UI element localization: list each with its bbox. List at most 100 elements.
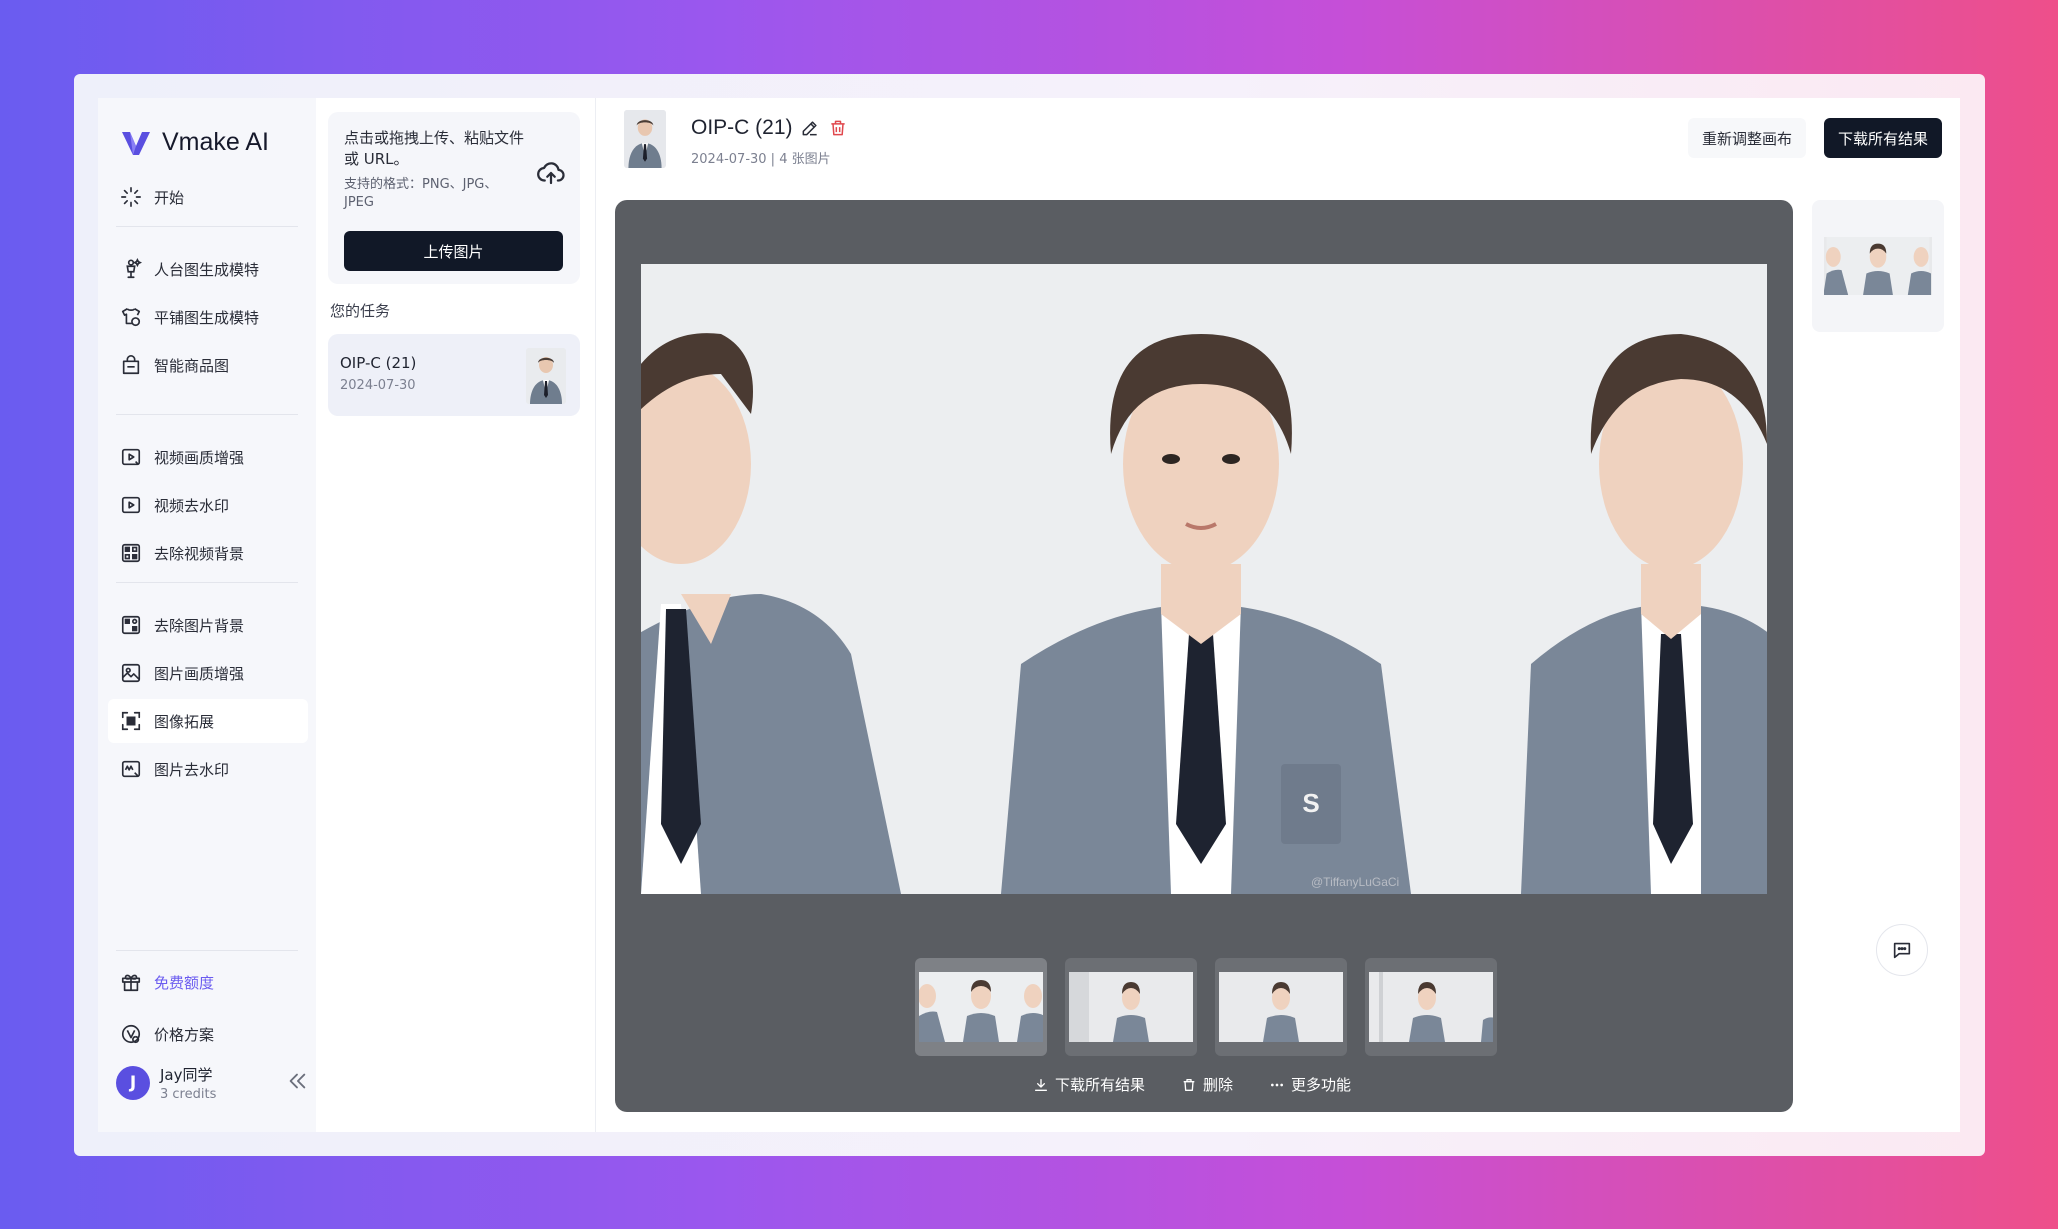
sidebar: Vmake AI 开始 人台图生成模特 平铺图生成模特 智能商品图 视频画质增强… bbox=[98, 98, 316, 1132]
collapse-sidebar-icon[interactable] bbox=[286, 1070, 308, 1092]
user-profile[interactable]: J Jay同学 3 credits bbox=[116, 1064, 216, 1102]
task-item[interactable]: OIP-C (21) 2024-07-30 bbox=[328, 334, 580, 416]
delete-label: 删除 bbox=[1203, 1076, 1234, 1094]
sidebar-item-label: 视频画质增强 bbox=[154, 448, 245, 467]
divider bbox=[116, 226, 298, 227]
divider bbox=[116, 582, 298, 583]
divider bbox=[116, 414, 298, 415]
video-enhance-icon bbox=[121, 448, 141, 466]
sidebar-item-image-expand[interactable]: 图像拓展 bbox=[108, 699, 308, 743]
sidebar-item-mannequin-model[interactable]: 人台图生成模特 bbox=[108, 247, 308, 291]
single-portrait-thumbnail bbox=[1219, 972, 1343, 1042]
more-features-button[interactable]: 更多功能 bbox=[1269, 1074, 1351, 1095]
sidebar-item-video-background[interactable]: 去除视频背景 bbox=[108, 531, 308, 575]
sidebar-item-label: 人台图生成模特 bbox=[154, 260, 260, 279]
project-meta: 2024-07-30 | 4 张图片 bbox=[691, 152, 831, 167]
chat-bubble-icon bbox=[1893, 942, 1911, 959]
person-thumbnail-image bbox=[526, 348, 566, 404]
upload-formats: 支持的格式：PNG、JPG、JPEG bbox=[344, 177, 498, 210]
image-watermark: @TiffanyLuGaCi bbox=[1311, 875, 1399, 889]
sidebar-item-smart-product[interactable]: 智能商品图 bbox=[108, 343, 308, 387]
download-icon bbox=[1035, 1078, 1047, 1091]
expanded-portrait-image: S @TiffanyLuGaCi bbox=[641, 264, 1767, 894]
upload-dropzone[interactable]: 点击或拖拽上传、粘贴文件或 URL。 支持的格式：PNG、JPG、JPEG 上传… bbox=[328, 112, 580, 284]
sidebar-item-start[interactable]: 开始 bbox=[108, 175, 308, 219]
delete-button[interactable]: 删除 bbox=[1181, 1074, 1233, 1095]
viewer-actions: 下载所有结果 删除 更多功能 bbox=[1033, 1074, 1351, 1095]
sidebar-item-pricing[interactable]: 价格方案 bbox=[108, 1012, 308, 1056]
brand-logo[interactable]: Vmake AI bbox=[120, 128, 269, 157]
mannequin-icon bbox=[126, 258, 142, 279]
result-thumbnail[interactable] bbox=[1065, 958, 1197, 1056]
rearrange-canvas-button[interactable]: 重新调整画布 bbox=[1688, 118, 1806, 158]
triple-portrait-preview bbox=[1824, 237, 1932, 295]
video-watermark-icon bbox=[121, 496, 141, 514]
delete-trash-icon[interactable] bbox=[828, 118, 848, 138]
cloud-upload-icon bbox=[537, 162, 565, 185]
vmake-logo-icon bbox=[122, 131, 150, 155]
user-name: Jay同学 bbox=[160, 1066, 213, 1084]
person-thumbnail-image bbox=[624, 110, 666, 168]
sidebar-item-label: 图片画质增强 bbox=[154, 664, 245, 683]
user-credits: 3 credits bbox=[160, 1087, 217, 1102]
upload-image-button[interactable]: 上传图片 bbox=[344, 231, 563, 271]
sidebar-item-label: 智能商品图 bbox=[154, 356, 230, 375]
image-viewer: S @TiffanyLuGaCi 下载所有结果 删除 更多功能 bbox=[615, 200, 1793, 1112]
sidebar-item-label: 图像拓展 bbox=[154, 712, 215, 731]
result-thumbnail[interactable] bbox=[1365, 958, 1497, 1056]
result-thumbnail[interactable] bbox=[915, 958, 1047, 1056]
gift-icon bbox=[121, 974, 141, 992]
project-title: OIP-C (21) bbox=[691, 116, 793, 139]
sidebar-item-video-enhance[interactable]: 视频画质增强 bbox=[108, 435, 308, 479]
more-dots-icon bbox=[1271, 1083, 1284, 1086]
app-window: Vmake AI 开始 人台图生成模特 平铺图生成模特 智能商品图 视频画质增强… bbox=[98, 98, 1960, 1132]
download-all-button[interactable]: 下载所有结果 bbox=[1824, 118, 1942, 158]
download-results-label: 下载所有结果 bbox=[1055, 1076, 1146, 1094]
sidebar-item-label: 免费额度 bbox=[154, 973, 215, 992]
divider bbox=[116, 950, 298, 951]
sidebar-item-free-quota[interactable]: 免费额度 bbox=[108, 960, 308, 1004]
sidebar-item-label: 图片去水印 bbox=[154, 760, 230, 779]
single-portrait-thumbnail bbox=[1369, 972, 1493, 1042]
sidebar-item-video-watermark[interactable]: 视频去水印 bbox=[108, 483, 308, 527]
sidebar-item-label: 平铺图生成模特 bbox=[154, 308, 260, 327]
flatlay-shirt-icon bbox=[121, 308, 141, 327]
download-results-button[interactable]: 下载所有结果 bbox=[1033, 1074, 1145, 1095]
pricing-badge-icon bbox=[121, 1024, 141, 1044]
image-background-icon bbox=[121, 615, 141, 635]
chat-support-button[interactable] bbox=[1876, 924, 1928, 976]
upload-prompt: 点击或拖拽上传、粘贴文件或 URL。 bbox=[344, 129, 525, 168]
sidebar-item-image-background[interactable]: 去除图片背景 bbox=[108, 603, 308, 647]
single-portrait-thumbnail bbox=[1069, 972, 1193, 1042]
result-thumbnails bbox=[915, 958, 1497, 1056]
edit-pencil-icon[interactable] bbox=[800, 118, 820, 138]
task-thumbnail bbox=[526, 348, 566, 404]
sidebar-item-flatlay-model[interactable]: 平铺图生成模特 bbox=[108, 295, 308, 339]
project-thumbnail bbox=[624, 110, 666, 168]
tasks-title: 您的任务 bbox=[330, 302, 391, 320]
avatar: J bbox=[116, 1066, 150, 1100]
sparkle-loader-icon bbox=[121, 187, 141, 207]
task-panel: 点击或拖拽上传、粘贴文件或 URL。 支持的格式：PNG、JPG、JPEG 上传… bbox=[316, 98, 596, 1132]
video-background-icon bbox=[121, 543, 141, 563]
expanded-image: S @TiffanyLuGaCi bbox=[641, 264, 1767, 894]
image-expand-icon bbox=[121, 711, 141, 731]
image-enhance-icon bbox=[121, 663, 141, 683]
image-watermark-icon bbox=[121, 760, 141, 778]
more-features-label: 更多功能 bbox=[1291, 1076, 1352, 1094]
sidebar-item-image-watermark[interactable]: 图片去水印 bbox=[108, 747, 308, 791]
title-actions bbox=[800, 118, 848, 138]
svg-text:S: S bbox=[1302, 788, 1319, 818]
shopping-bag-icon bbox=[122, 355, 140, 375]
user-info: Jay同学 3 credits bbox=[160, 1064, 216, 1102]
sidebar-item-label: 去除视频背景 bbox=[154, 544, 245, 563]
brand-name: Vmake AI bbox=[162, 128, 269, 156]
sidebar-item-image-enhance[interactable]: 图片画质增强 bbox=[108, 651, 308, 695]
triple-portrait-thumbnail bbox=[919, 972, 1043, 1042]
sidebar-item-label: 视频去水印 bbox=[154, 496, 230, 515]
sidebar-item-label: 价格方案 bbox=[154, 1025, 215, 1044]
canvas-preview[interactable] bbox=[1812, 200, 1944, 332]
sidebar-item-label: 去除图片背景 bbox=[154, 616, 245, 635]
result-thumbnail[interactable] bbox=[1215, 958, 1347, 1056]
sidebar-item-label: 开始 bbox=[154, 188, 185, 207]
